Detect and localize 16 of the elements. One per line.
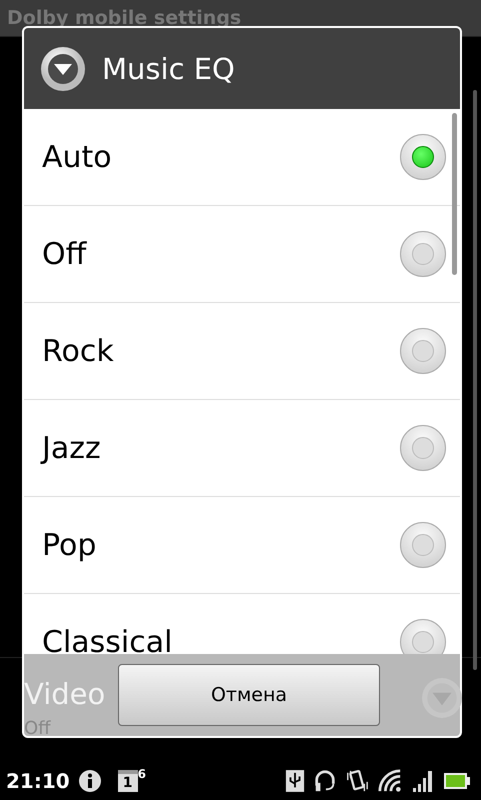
cancel-button[interactable]: Отмена	[118, 664, 380, 726]
option-label: Rock	[42, 334, 115, 368]
dialog-title: Music EQ	[102, 52, 235, 86]
notification-count: 6	[138, 767, 146, 781]
clock: 21:10	[6, 769, 70, 793]
option-label: Pop	[42, 528, 98, 562]
option-label: Classical	[42, 624, 174, 654]
calendar-icon: 1	[118, 770, 138, 792]
option-label: Off	[42, 236, 88, 272]
option-label: Jazz	[42, 430, 102, 466]
option-row[interactable]: Jazz	[24, 400, 460, 497]
app-title: Dolby mobile settings	[7, 7, 242, 29]
option-row[interactable]: Rock	[24, 303, 460, 400]
option-row[interactable]: Pop	[24, 497, 460, 594]
option-label: Auto	[42, 140, 113, 174]
setting-title: Video	[24, 677, 106, 712]
